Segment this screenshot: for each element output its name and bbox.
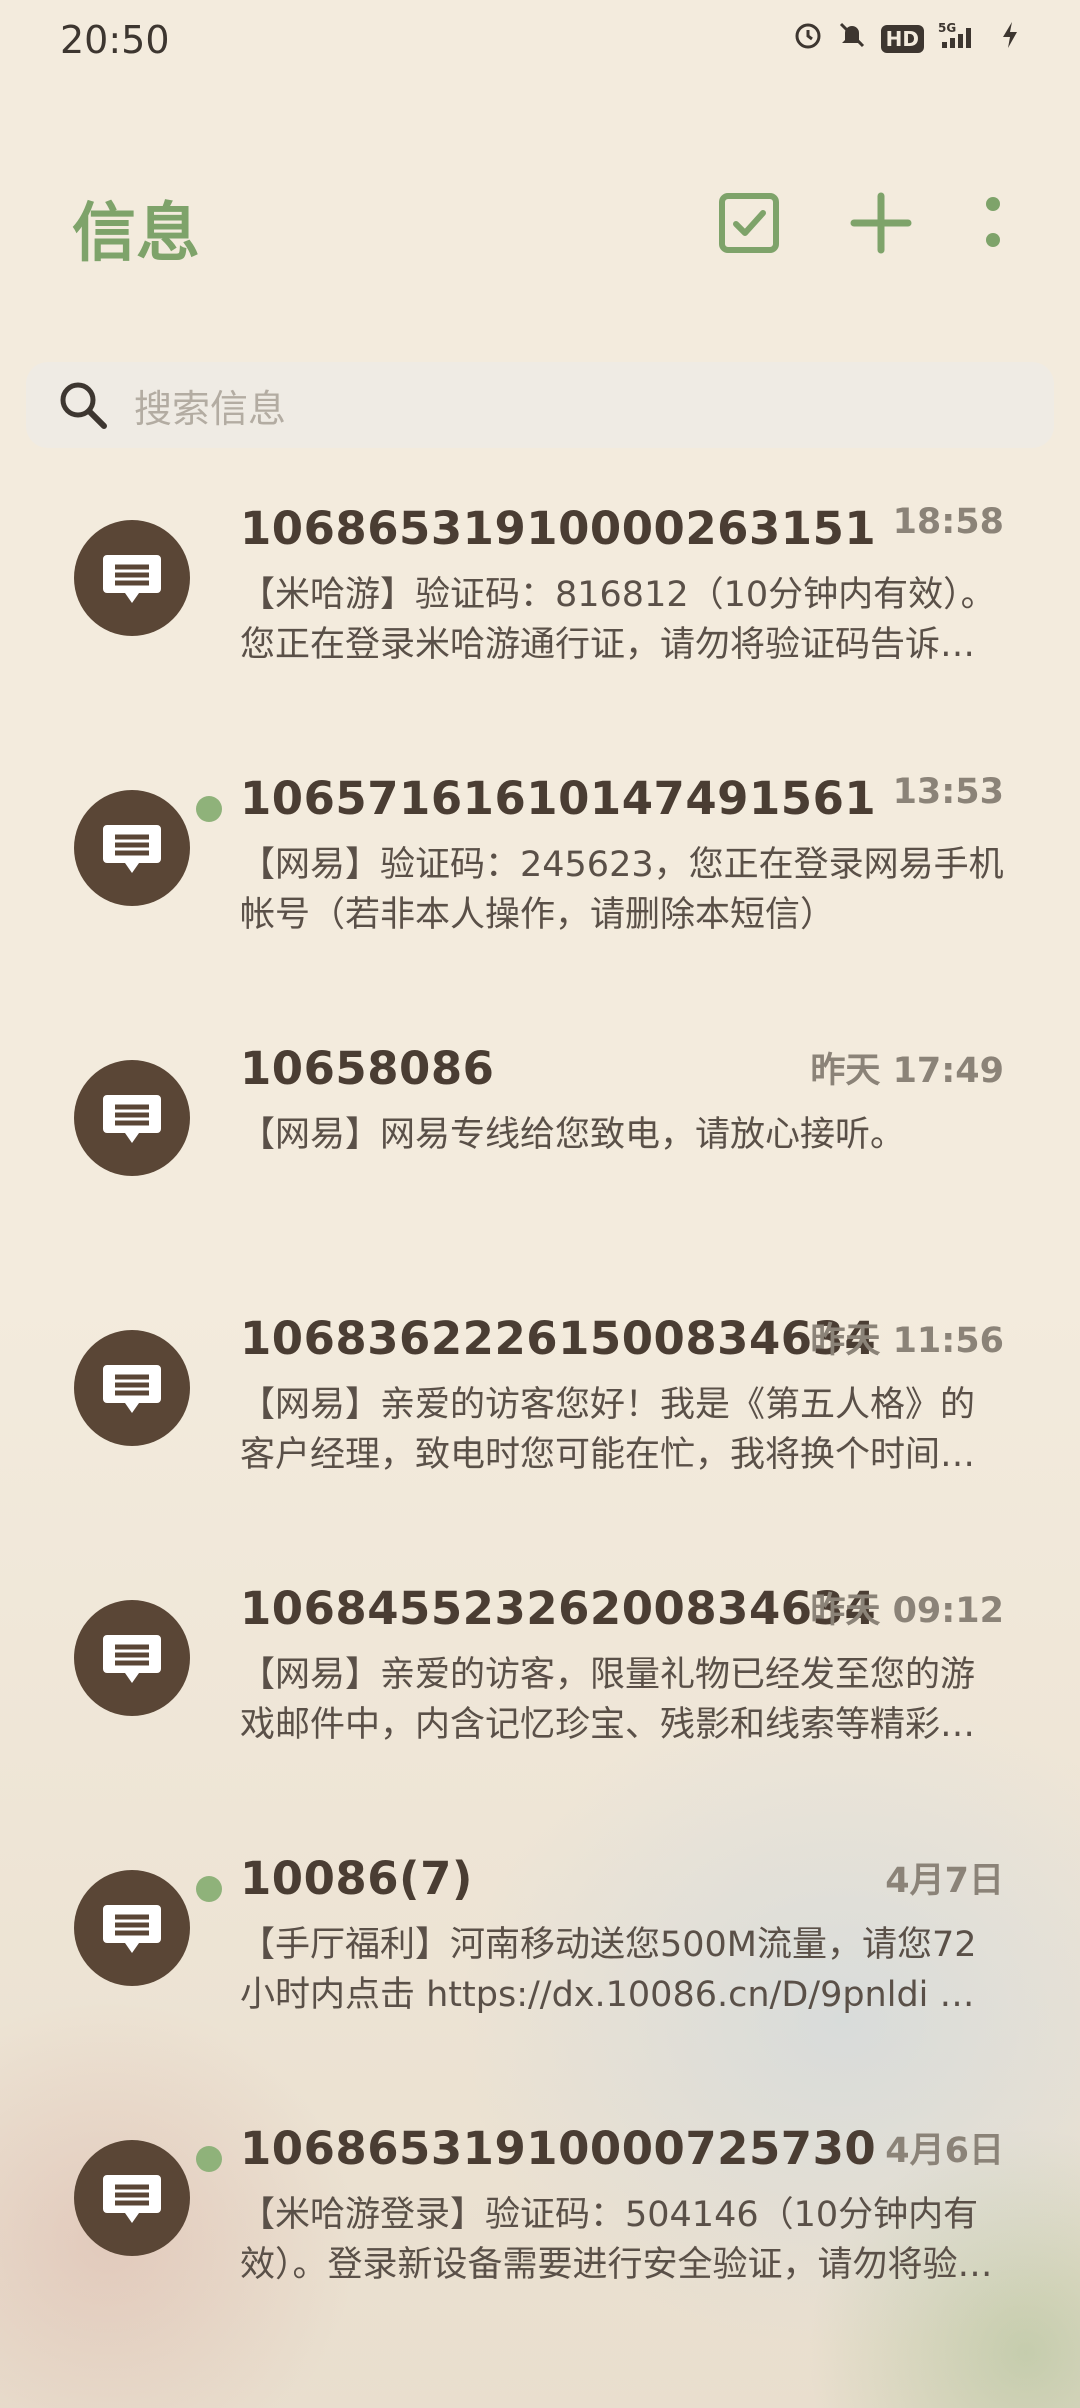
5g-signal-icon: 5G [938,20,986,57]
message-preview: 【米哈游】验证码：816812（10分钟内有效）。您正在登录米哈游通行证，请勿将… [240,575,996,665]
message-bubble-icon [103,1635,161,1683]
message-sender: 10657161610147491561 [240,772,877,825]
message-bubble-icon [103,1905,161,1953]
message-time: 13:53 [892,772,1004,812]
hd-icon: HD [880,24,924,53]
avatar [74,790,190,906]
message-time: 4月6日 [885,2131,1004,2171]
message-preview: 【手厅福利】河南移动送您500M流量，请您72小时内点击 https://dx.… [240,1925,977,2015]
message-item[interactable]: 10684552326200834634 昨天 09:12 【网易】亲爱的访客，… [0,1560,1080,1830]
message-item[interactable]: 10683622261500834634 昨天 11:56 【网易】亲爱的访客您… [0,1290,1080,1560]
status-bar: 20:50 HD 5G [0,0,1080,80]
more-vert-icon [978,192,1008,258]
message-sender: 10086(7) [240,1852,473,1905]
message-item[interactable]: 10086(7) 4月7日 【手厅福利】河南移动送您500M流量，请您72小时内… [0,1830,1080,2100]
message-bubble-icon [103,1365,161,1413]
search-input[interactable]: 搜索信息 [134,378,286,433]
status-icons: HD 5G [793,20,1020,57]
page-title: 信息 [72,197,200,271]
new-message-button[interactable] [846,190,916,260]
message-preview: 【网易】网易专线给您致电，请放心接听。 [240,1115,906,1155]
alarm-icon [793,20,823,57]
message-bubble-icon [103,2175,161,2223]
message-preview: 【米哈游登录】验证码：504146（10分钟内有效）。登录新设备需要进行安全验证… [240,2195,993,2285]
avatar [74,1060,190,1176]
message-item[interactable]: 10686531910000725730 4月6日 【米哈游登录】验证码：504… [0,2100,1080,2370]
mute-icon [837,20,867,57]
avatar [74,1870,190,1986]
plus-icon [850,192,912,258]
message-time: 4月7日 [885,1861,1004,1901]
message-time: 昨天 09:12 [810,1591,1004,1631]
message-sender: 10683622261500834634 [240,1312,877,1365]
charging-icon [1000,20,1020,57]
unread-dot [196,1876,222,1902]
message-sender: 10658086 [240,1042,495,1095]
message-sender: 10686531910000725730 [240,2122,877,2175]
search-icon [56,378,110,432]
app-header: 信息 [0,170,1080,280]
avatar [74,1600,190,1716]
message-preview: 【网易】亲爱的访客，限量礼物已经发至您的游戏邮件中，内含记忆珍宝、残影和线索等精… [240,1655,976,1745]
message-sender: 10686531910000263151 [240,502,877,555]
avatar [74,520,190,636]
message-item[interactable]: 10657161610147491561 13:53 【网易】验证码：24562… [0,750,1080,1020]
unread-dot [196,796,222,822]
message-sender: 10684552326200834634 [240,1582,877,1635]
avatar [74,2140,190,2256]
message-time: 昨天 17:49 [810,1051,1004,1091]
message-item[interactable]: 10686531910000263151 18:58 【米哈游】验证码：8168… [0,480,1080,750]
select-checkbox-icon [718,192,780,258]
avatar [74,1330,190,1446]
message-preview: 【网易】验证码：245623，您正在登录网易手机帐号（若非本人操作，请删除本短信… [240,845,1004,935]
message-bubble-icon [103,1095,161,1143]
select-button[interactable] [714,190,784,260]
message-bubble-icon [103,555,161,603]
message-time: 昨天 11:56 [810,1321,1004,1361]
message-item[interactable]: 10658086 昨天 17:49 【网易】网易专线给您致电，请放心接听。 [0,1020,1080,1290]
message-bubble-icon [103,825,161,873]
message-preview: 【网易】亲爱的访客您好！我是《第五人格》的客户经理，致电时您可能在忙，我将换个时… [240,1385,976,1475]
svg-text:5G: 5G [938,21,956,35]
search-bar[interactable]: 搜索信息 [26,362,1054,448]
more-options-button[interactable] [958,190,1028,260]
unread-dot [196,2146,222,2172]
status-time: 20:50 [60,18,170,62]
message-time: 18:58 [892,502,1004,542]
